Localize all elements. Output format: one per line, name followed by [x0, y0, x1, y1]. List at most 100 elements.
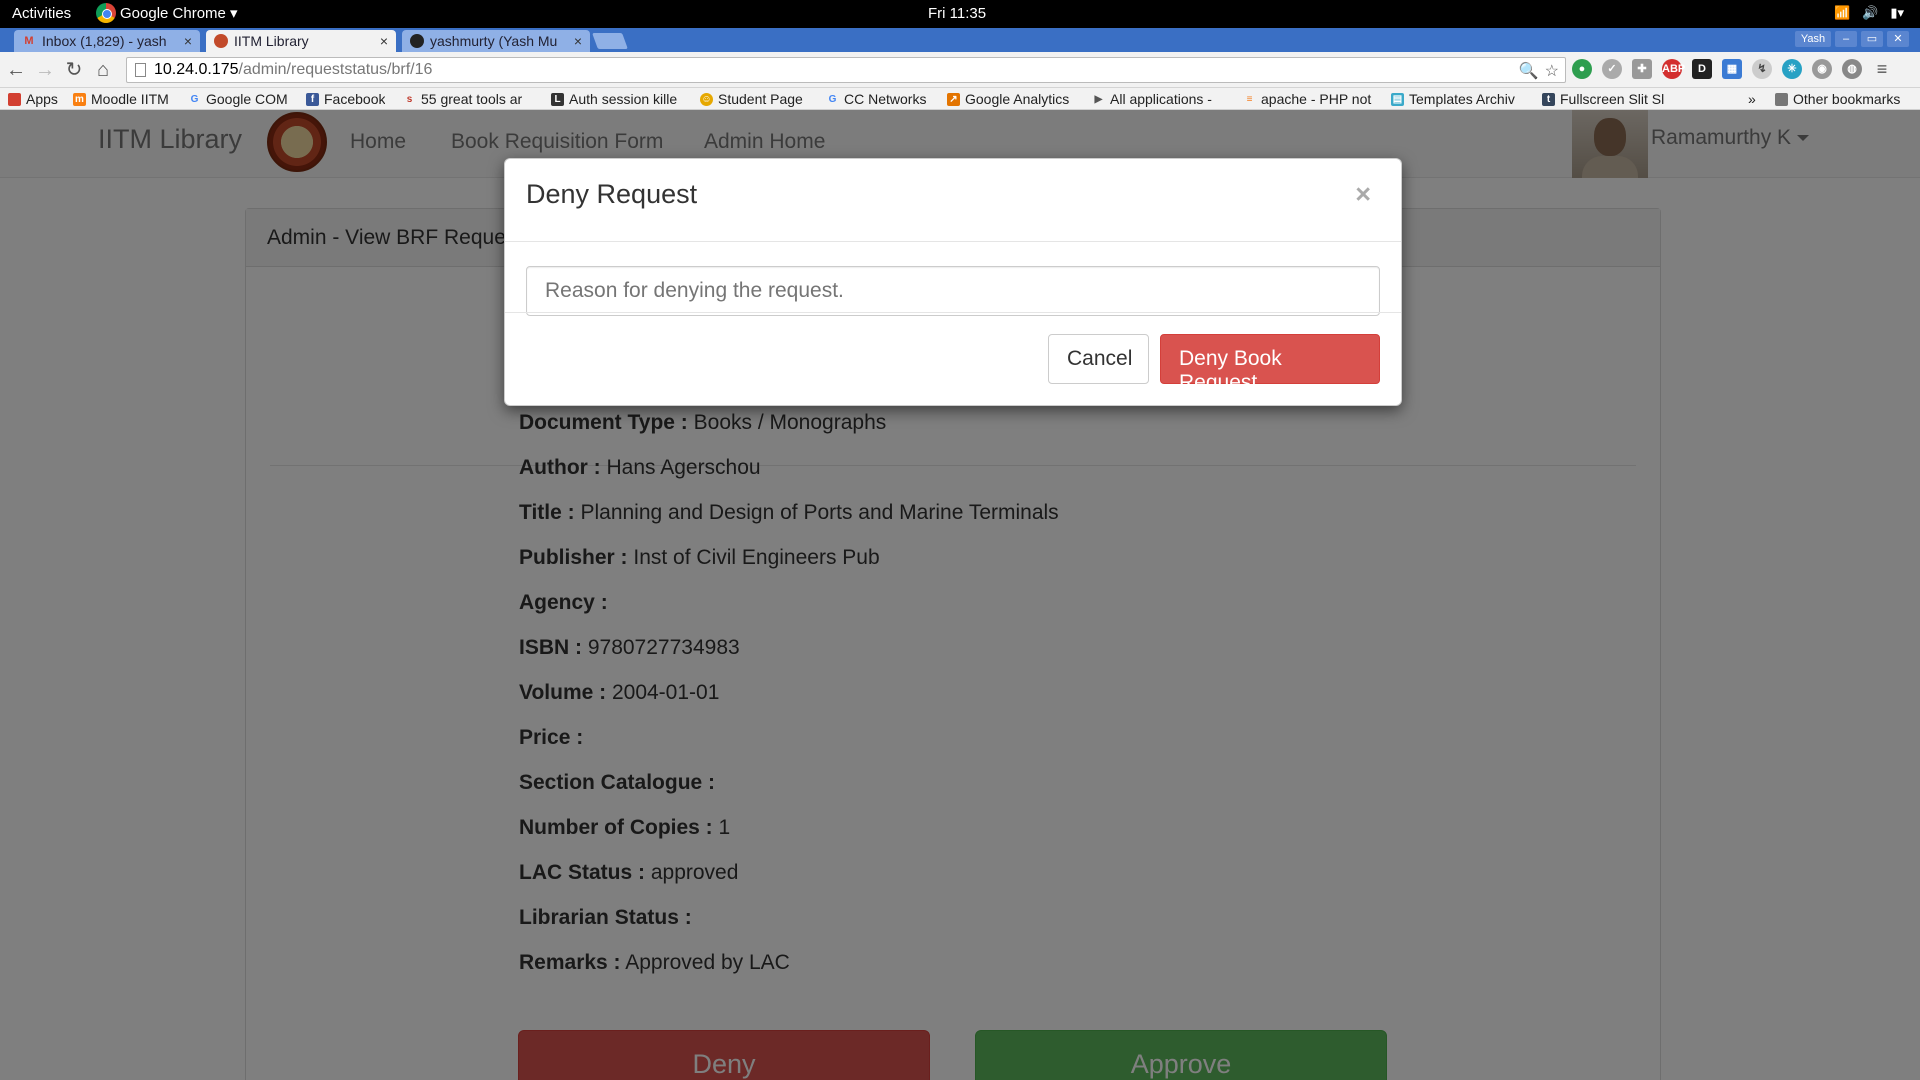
- bookmark-google-com[interactable]: G Google COM: [188, 91, 288, 107]
- laravel-icon: L: [551, 92, 564, 106]
- chrome-logo-icon: [96, 3, 116, 23]
- status-indicators[interactable]: 📶 🔊 ▮▾: [1834, 5, 1904, 21]
- bookmark-all-applications[interactable]: ▶ All applications -: [1092, 91, 1228, 107]
- tumblr-icon: t: [1542, 92, 1555, 106]
- bookmark-templates-archive[interactable]: ▤ Templates Archiv: [1391, 91, 1529, 107]
- volume-icon: 🔊: [1862, 5, 1879, 20]
- close-tab-icon[interactable]: ×: [380, 33, 388, 49]
- extension-globe-icon[interactable]: ◍: [1842, 59, 1862, 79]
- browser-toolbar: ← → ↻ ⌂ 10.24.0.175/admin/requeststatus/…: [0, 52, 1920, 88]
- extension-check-icon[interactable]: ✓: [1602, 59, 1622, 79]
- bookmark-55-great-tools[interactable]: s 55 great tools ar: [403, 91, 537, 107]
- back-icon[interactable]: ←: [4, 58, 28, 82]
- tab-github[interactable]: yashmurty (Yash Mu ×: [402, 30, 590, 52]
- window-controls: Yash – ▭ ✕: [1795, 31, 1909, 49]
- reload-icon[interactable]: ↻: [62, 58, 86, 82]
- bookmark-label: 55 great tools ar: [421, 91, 523, 107]
- bookmarks-bar: Apps m Moodle IITM G Google COM f Facebook …: [0, 88, 1920, 110]
- tab-title: yashmurty (Yash Mu: [430, 33, 558, 49]
- gmail-icon: M: [24, 35, 34, 47]
- bookmark-auth-session[interactable]: L Auth session kille: [551, 91, 685, 107]
- templates-icon: ▤: [1391, 92, 1404, 106]
- close-icon[interactable]: ×: [1355, 179, 1371, 210]
- facebook-icon: f: [306, 92, 319, 106]
- chrome-menu-icon[interactable]: ≡: [1872, 59, 1892, 79]
- bookmark-label: Apps: [26, 91, 58, 107]
- adblock-icon[interactable]: ABP: [1662, 59, 1685, 79]
- bookmark-cc-networks[interactable]: G CC Networks: [826, 91, 927, 107]
- bookmark-label: Templates Archiv: [1409, 91, 1515, 107]
- close-window-icon[interactable]: ✕: [1887, 31, 1909, 47]
- extension-network-icon[interactable]: ✳: [1782, 59, 1802, 79]
- profile-badge[interactable]: Yash: [1795, 31, 1831, 47]
- analytics-icon: ↗: [947, 92, 960, 106]
- bookmarks-overflow-chevron[interactable]: »: [1748, 91, 1756, 107]
- google-icon: G: [828, 93, 837, 105]
- extension-link-icon[interactable]: ↯: [1752, 59, 1772, 79]
- moodle-icon: m: [73, 92, 86, 106]
- bookmark-label: Other bookmarks: [1793, 91, 1901, 107]
- close-tab-icon[interactable]: ×: [574, 33, 582, 49]
- tab-title: IITM Library: [234, 33, 309, 49]
- zoom-icon[interactable]: 🔍: [1519, 61, 1539, 81]
- bookmark-label: Fullscreen Slit Sl: [1560, 91, 1665, 107]
- bookmark-label: All applications -: [1110, 91, 1212, 107]
- tab-inbox[interactable]: M Inbox (1,829) - yash ×: [14, 30, 200, 52]
- bookmark-label: Auth session kille: [569, 91, 678, 107]
- bookmark-student-page[interactable]: ☺ Student Page: [700, 91, 803, 107]
- clock[interactable]: Fri 11:35: [928, 5, 986, 22]
- github-icon: [410, 34, 424, 48]
- bookmark-label: apache - PHP not: [1261, 91, 1372, 107]
- new-tab-button[interactable]: [592, 33, 628, 49]
- bookmark-label: Facebook: [324, 91, 386, 107]
- modal-divider: [505, 312, 1401, 313]
- url-path: /admin/requeststatus/brf/16: [238, 61, 433, 78]
- address-bar[interactable]: 10.24.0.175/admin/requeststatus/brf/16 🔍…: [126, 57, 1566, 83]
- maximize-icon[interactable]: ▭: [1861, 31, 1883, 47]
- minimize-icon[interactable]: –: [1835, 31, 1857, 47]
- bookmark-label: Moodle IITM: [91, 91, 169, 107]
- folder-icon: [1775, 92, 1788, 106]
- bookmark-label: Google COM: [206, 91, 288, 107]
- system-top-bar: Activities Google Chrome ▾ Fri 11:35 📶 🔊…: [0, 0, 1920, 28]
- activities-button[interactable]: Activities: [12, 5, 71, 22]
- bookmark-facebook[interactable]: f Facebook: [306, 91, 385, 107]
- extension-bulb-icon[interactable]: ◉: [1812, 59, 1832, 79]
- forward-icon[interactable]: →: [33, 58, 57, 82]
- bookmark-moodle[interactable]: m Moodle IITM: [73, 91, 169, 107]
- bookmark-apps[interactable]: Apps: [8, 91, 58, 107]
- bookmark-apache-php[interactable]: ≡ apache - PHP not: [1243, 91, 1378, 107]
- tab-strip: M Inbox (1,829) - yash × IITM Library × …: [0, 28, 1920, 52]
- url-host: 10.24.0.175: [154, 61, 239, 78]
- home-icon[interactable]: ⌂: [91, 58, 115, 82]
- stackoverflow-icon: ≡: [1246, 93, 1253, 105]
- cancel-button[interactable]: Cancel: [1048, 334, 1149, 384]
- bookmark-label: Google Analytics: [965, 91, 1070, 107]
- bookmark-google-analytics[interactable]: ↗ Google Analytics: [947, 91, 1069, 107]
- app-menu[interactable]: Google Chrome ▾: [96, 3, 238, 23]
- extension-green-icon[interactable]: ●: [1572, 59, 1592, 79]
- bookmark-label: CC Networks: [844, 91, 927, 107]
- library-favicon: [214, 34, 228, 48]
- bookmark-fullscreen-slit[interactable]: t Fullscreen Slit Sl: [1542, 91, 1676, 107]
- smiley-icon: ☺: [700, 92, 713, 106]
- modal-title: Deny Request: [505, 159, 1401, 242]
- deny-request-modal: Deny Request × Cancel Deny Book Request: [504, 158, 1402, 406]
- bookmark-star-icon[interactable]: ☆: [1545, 61, 1559, 81]
- deny-reason-input[interactable]: [526, 266, 1380, 316]
- tab-title: Inbox (1,829) - yash: [42, 33, 167, 49]
- bookmark-other[interactable]: Other bookmarks: [1775, 91, 1900, 107]
- page-icon: [135, 63, 146, 77]
- deny-book-request-button[interactable]: Deny Book Request: [1160, 334, 1380, 394]
- extension-d-icon[interactable]: D: [1692, 59, 1712, 79]
- extension-puzzle-icon[interactable]: ✚: [1632, 59, 1652, 79]
- extension-calendar-icon[interactable]: ▦: [1722, 59, 1742, 79]
- app-menu-label: Google Chrome ▾: [120, 5, 238, 22]
- tab-iitm-library[interactable]: IITM Library ×: [206, 30, 396, 52]
- close-tab-icon[interactable]: ×: [184, 33, 192, 49]
- google-icon: G: [190, 93, 199, 105]
- apps-icon: [8, 92, 21, 106]
- article-icon: s: [406, 93, 413, 105]
- extension-icons: ● ✓ ✚ ABP D ▦ ↯ ✳ ◉ ◍ ≡: [1572, 59, 1892, 79]
- wifi-icon: 📶: [1833, 5, 1851, 20]
